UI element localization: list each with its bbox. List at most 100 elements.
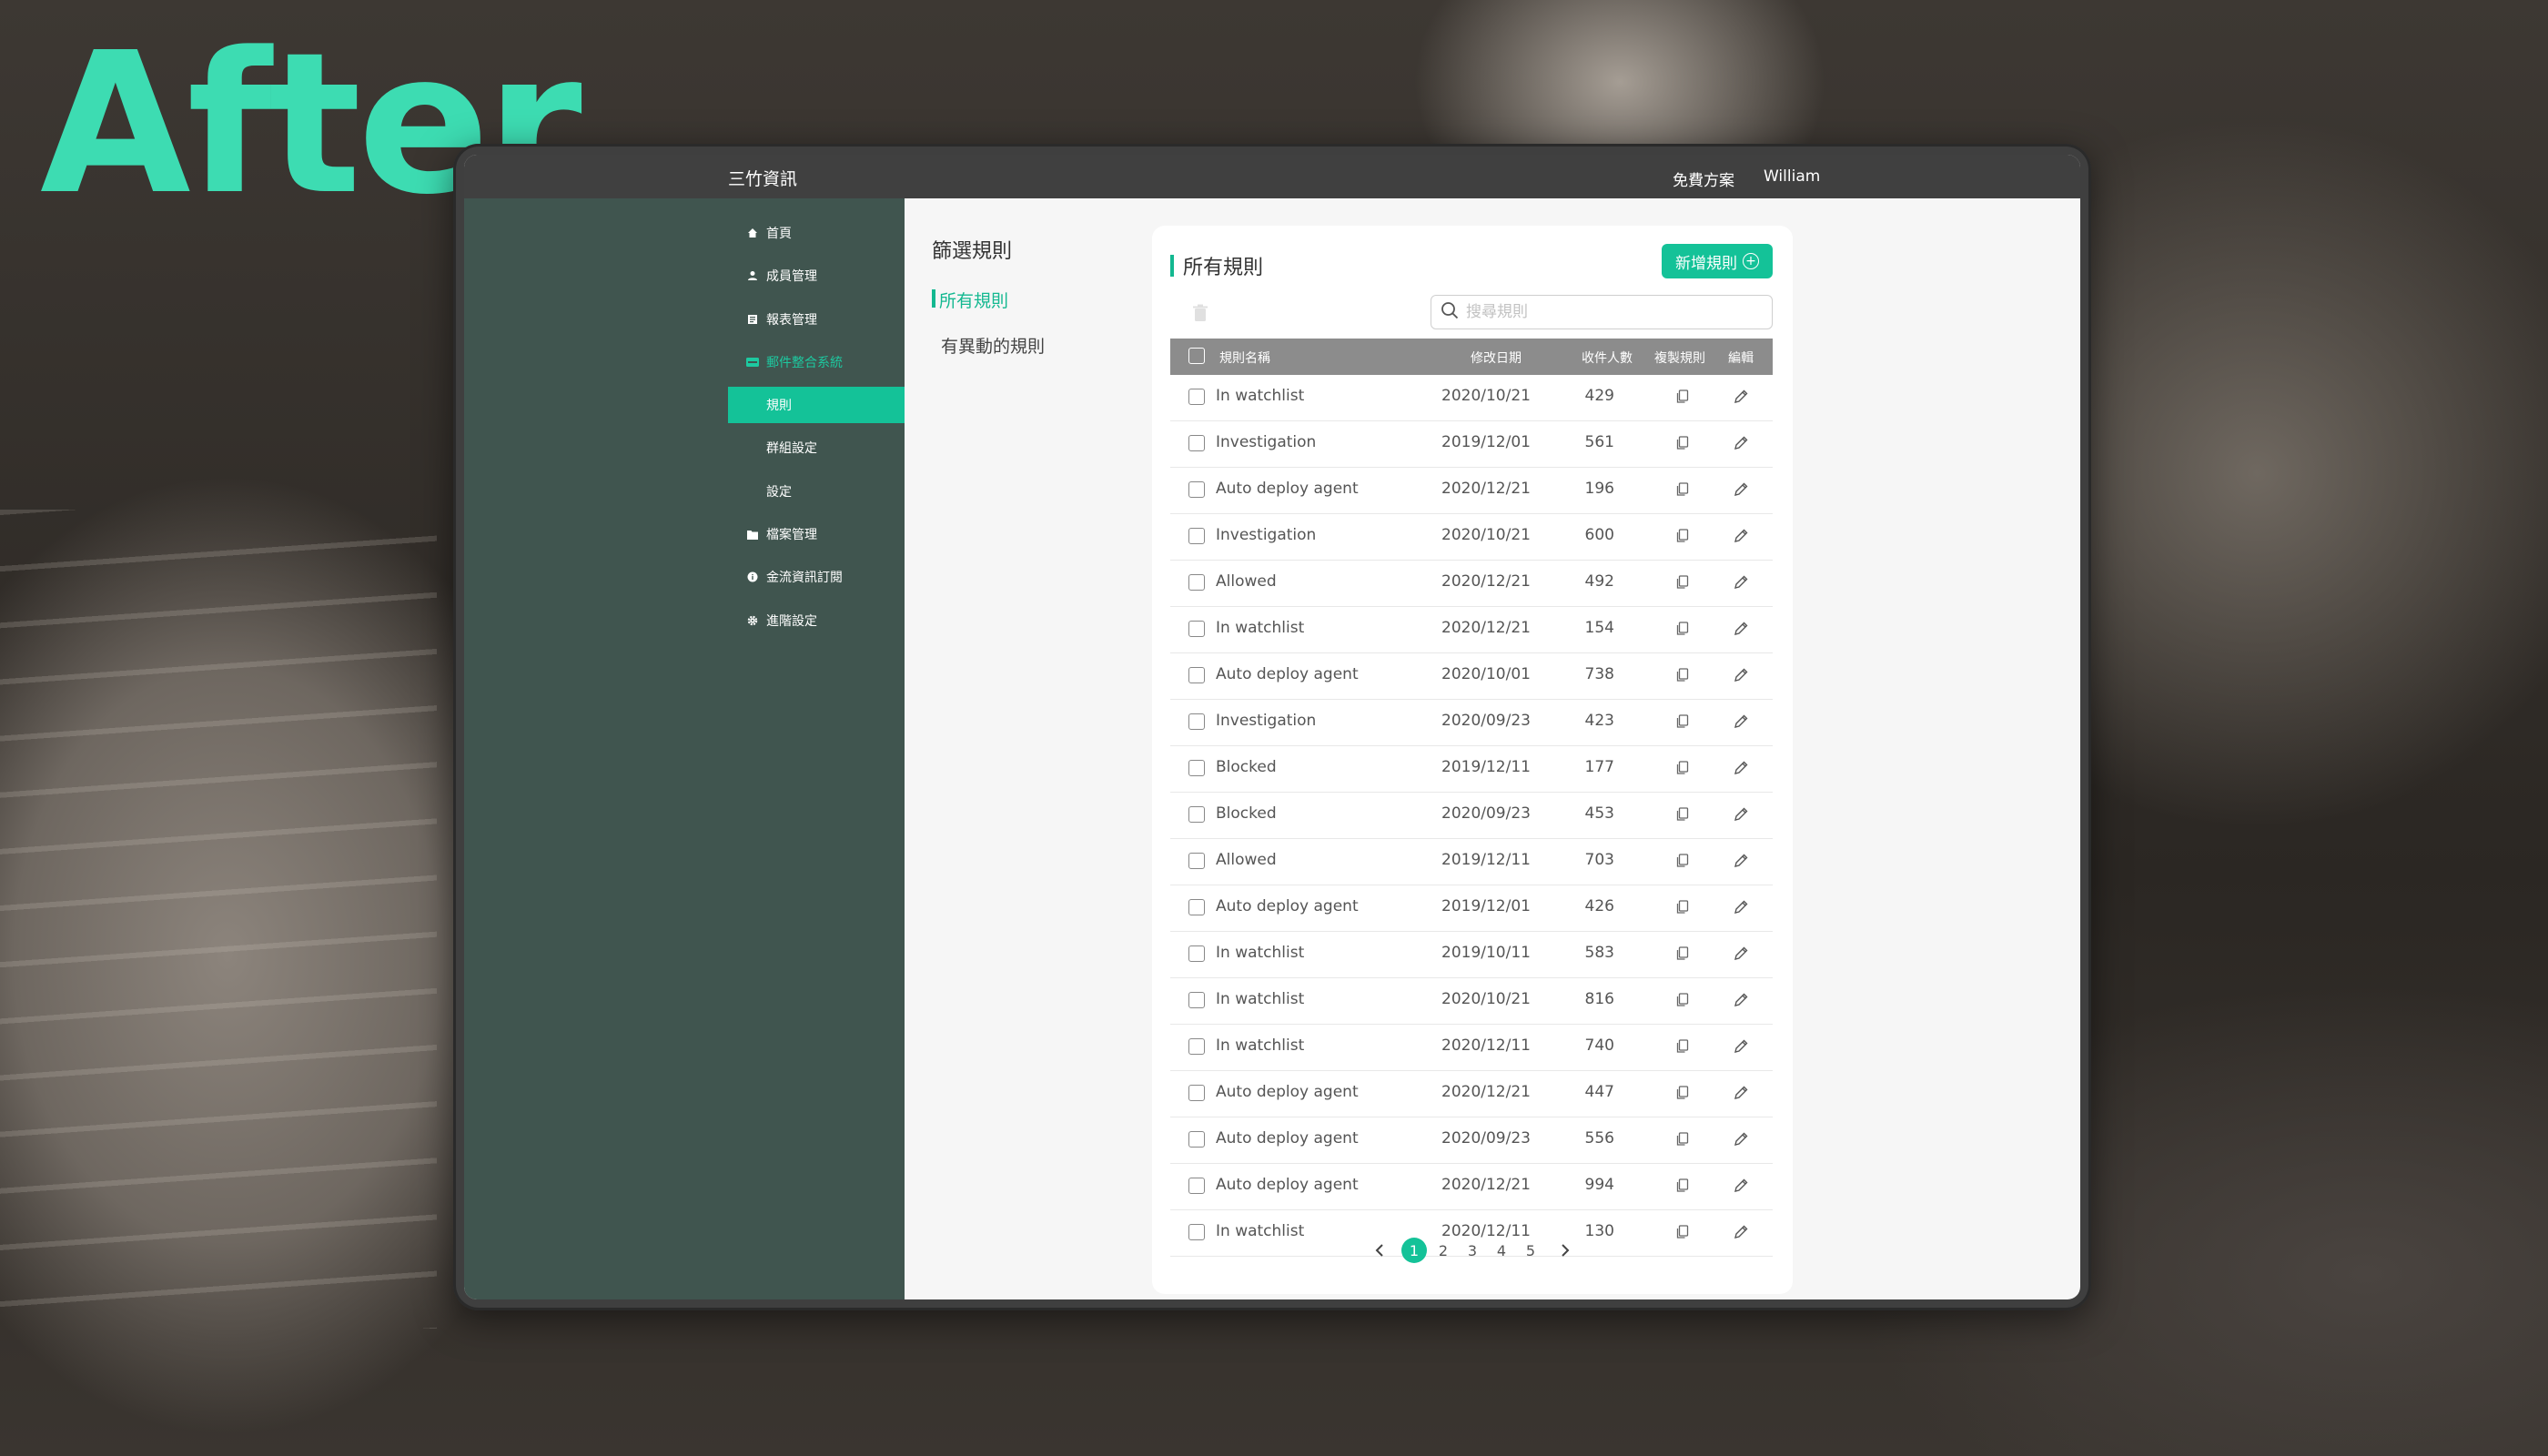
table-row[interactable]: In watchlist 2020/12/21 154 xyxy=(1170,607,1773,653)
page-5-button[interactable]: 5 xyxy=(1518,1238,1543,1263)
edit-pencil-icon[interactable] xyxy=(1733,1038,1749,1055)
copy-icon[interactable] xyxy=(1674,574,1691,591)
row-checkbox[interactable] xyxy=(1188,853,1205,869)
copy-icon[interactable] xyxy=(1674,945,1691,962)
row-checkbox[interactable] xyxy=(1188,1178,1205,1194)
copy-icon[interactable] xyxy=(1674,481,1691,498)
copy-icon[interactable] xyxy=(1674,1038,1691,1055)
sidebar-item-mail-integration[interactable]: 郵件整合系統 xyxy=(746,344,843,380)
sidebar-item-files[interactable]: 檔案管理 xyxy=(746,516,817,552)
copy-icon[interactable] xyxy=(1674,528,1691,544)
copy-icon[interactable] xyxy=(1674,992,1691,1008)
edit-pencil-icon[interactable] xyxy=(1733,806,1749,823)
copy-icon[interactable] xyxy=(1674,1131,1691,1148)
sidebar-subitem-settings[interactable]: 設定 xyxy=(728,473,905,510)
edit-pencil-icon[interactable] xyxy=(1733,528,1749,544)
page-3-button[interactable]: 3 xyxy=(1460,1238,1485,1263)
row-checkbox[interactable] xyxy=(1188,481,1205,498)
table-row[interactable]: Auto deploy agent 2020/09/23 556 xyxy=(1170,1117,1773,1164)
edit-pencil-icon[interactable] xyxy=(1733,389,1749,405)
search-input[interactable] xyxy=(1464,302,1759,322)
column-header-count[interactable]: 收件人數 xyxy=(1582,349,1633,367)
table-row[interactable]: Auto deploy agent 2020/12/21 196 xyxy=(1170,468,1773,514)
row-checkbox[interactable] xyxy=(1188,806,1205,823)
sidebar-item-payment-subscription[interactable]: 金流資訊訂閱 xyxy=(746,559,843,595)
column-header-name[interactable]: 規則名稱 xyxy=(1219,349,1270,367)
table-row[interactable]: In watchlist 2020/10/21 816 xyxy=(1170,978,1773,1025)
row-checkbox[interactable] xyxy=(1188,389,1205,405)
table-row[interactable]: In watchlist 2019/10/11 583 xyxy=(1170,932,1773,978)
copy-icon[interactable] xyxy=(1674,899,1691,915)
edit-pencil-icon[interactable] xyxy=(1733,574,1749,591)
sidebar-subitem-group-settings[interactable]: 群組設定 xyxy=(728,430,905,466)
trash-icon[interactable] xyxy=(1192,304,1208,322)
row-checkbox[interactable] xyxy=(1188,621,1205,637)
sidebar-item-advanced-settings[interactable]: 進階設定 xyxy=(746,602,817,639)
row-checkbox[interactable] xyxy=(1188,899,1205,915)
edit-pencil-icon[interactable] xyxy=(1733,435,1749,451)
plan-link[interactable]: 免費方案 xyxy=(1673,167,1734,190)
edit-pencil-icon[interactable] xyxy=(1733,899,1749,915)
filter-all-rules[interactable]: 所有規則 xyxy=(939,288,1008,312)
copy-icon[interactable] xyxy=(1674,806,1691,823)
row-checkbox[interactable] xyxy=(1188,713,1205,730)
edit-pencil-icon[interactable] xyxy=(1733,621,1749,637)
page-4-button[interactable]: 4 xyxy=(1489,1238,1514,1263)
edit-pencil-icon[interactable] xyxy=(1733,713,1749,730)
sidebar-item-members[interactable]: 成員管理 xyxy=(746,258,817,294)
table-row[interactable]: Allowed 2019/12/11 703 xyxy=(1170,839,1773,885)
copy-icon[interactable] xyxy=(1674,1178,1691,1194)
table-row[interactable]: Blocked 2020/09/23 453 xyxy=(1170,793,1773,839)
row-checkbox[interactable] xyxy=(1188,760,1205,776)
table-row[interactable]: Blocked 2019/12/11 177 xyxy=(1170,746,1773,793)
table-row[interactable]: Investigation 2019/12/01 561 xyxy=(1170,421,1773,468)
table-row[interactable]: Investigation 2020/10/21 600 xyxy=(1170,514,1773,561)
copy-icon[interactable] xyxy=(1674,389,1691,405)
edit-pencil-icon[interactable] xyxy=(1733,1085,1749,1101)
sidebar-item-home[interactable]: 首頁 xyxy=(746,215,792,251)
row-checkbox[interactable] xyxy=(1188,945,1205,962)
edit-pencil-icon[interactable] xyxy=(1733,853,1749,869)
copy-icon[interactable] xyxy=(1674,667,1691,683)
edit-pencil-icon[interactable] xyxy=(1733,945,1749,962)
copy-icon[interactable] xyxy=(1674,435,1691,451)
edit-pencil-icon[interactable] xyxy=(1733,992,1749,1008)
table-row[interactable]: In watchlist 2020/10/21 429 xyxy=(1170,375,1773,421)
copy-icon[interactable] xyxy=(1674,713,1691,730)
table-row[interactable]: Auto deploy agent 2020/10/01 738 xyxy=(1170,653,1773,700)
filter-changed-rules[interactable]: 有異動的規則 xyxy=(941,333,1045,358)
copy-icon[interactable] xyxy=(1674,621,1691,637)
edit-pencil-icon[interactable] xyxy=(1733,481,1749,498)
user-menu[interactable]: William xyxy=(1764,167,1820,186)
copy-icon[interactable] xyxy=(1674,853,1691,869)
row-checkbox[interactable] xyxy=(1188,992,1205,1008)
table-row[interactable]: Auto deploy agent 2020/12/21 994 xyxy=(1170,1164,1773,1210)
table-row[interactable]: Allowed 2020/12/21 492 xyxy=(1170,561,1773,607)
row-checkbox[interactable] xyxy=(1188,667,1205,683)
table-row[interactable]: In watchlist 2020/12/11 740 xyxy=(1170,1025,1773,1071)
table-row[interactable]: Auto deploy agent 2019/12/01 426 xyxy=(1170,885,1773,932)
table-row[interactable]: Auto deploy agent 2020/12/21 447 xyxy=(1170,1071,1773,1117)
copy-icon[interactable] xyxy=(1674,1085,1691,1101)
select-all-checkbox[interactable] xyxy=(1188,348,1205,364)
next-page-button[interactable] xyxy=(1552,1238,1578,1263)
row-checkbox[interactable] xyxy=(1188,435,1205,451)
row-checkbox[interactable] xyxy=(1188,1038,1205,1055)
column-header-date[interactable]: 修改日期 xyxy=(1471,349,1522,367)
page-2-button[interactable]: 2 xyxy=(1431,1238,1456,1263)
row-checkbox[interactable] xyxy=(1188,528,1205,544)
row-checkbox[interactable] xyxy=(1188,574,1205,591)
prev-page-button[interactable] xyxy=(1367,1238,1392,1263)
sidebar-item-reports[interactable]: 報表管理 xyxy=(746,301,817,338)
page-1-button[interactable]: 1 xyxy=(1401,1238,1427,1263)
copy-icon[interactable] xyxy=(1674,760,1691,776)
table-row[interactable]: Investigation 2020/09/23 423 xyxy=(1170,700,1773,746)
sidebar-subitem-rules[interactable]: 規則 xyxy=(728,387,905,423)
edit-pencil-icon[interactable] xyxy=(1733,667,1749,683)
edit-pencil-icon[interactable] xyxy=(1733,1131,1749,1148)
row-checkbox[interactable] xyxy=(1188,1085,1205,1101)
edit-pencil-icon[interactable] xyxy=(1733,760,1749,776)
edit-pencil-icon[interactable] xyxy=(1733,1178,1749,1194)
row-checkbox[interactable] xyxy=(1188,1131,1205,1148)
add-rule-button[interactable]: 新增規則 + xyxy=(1662,244,1773,278)
